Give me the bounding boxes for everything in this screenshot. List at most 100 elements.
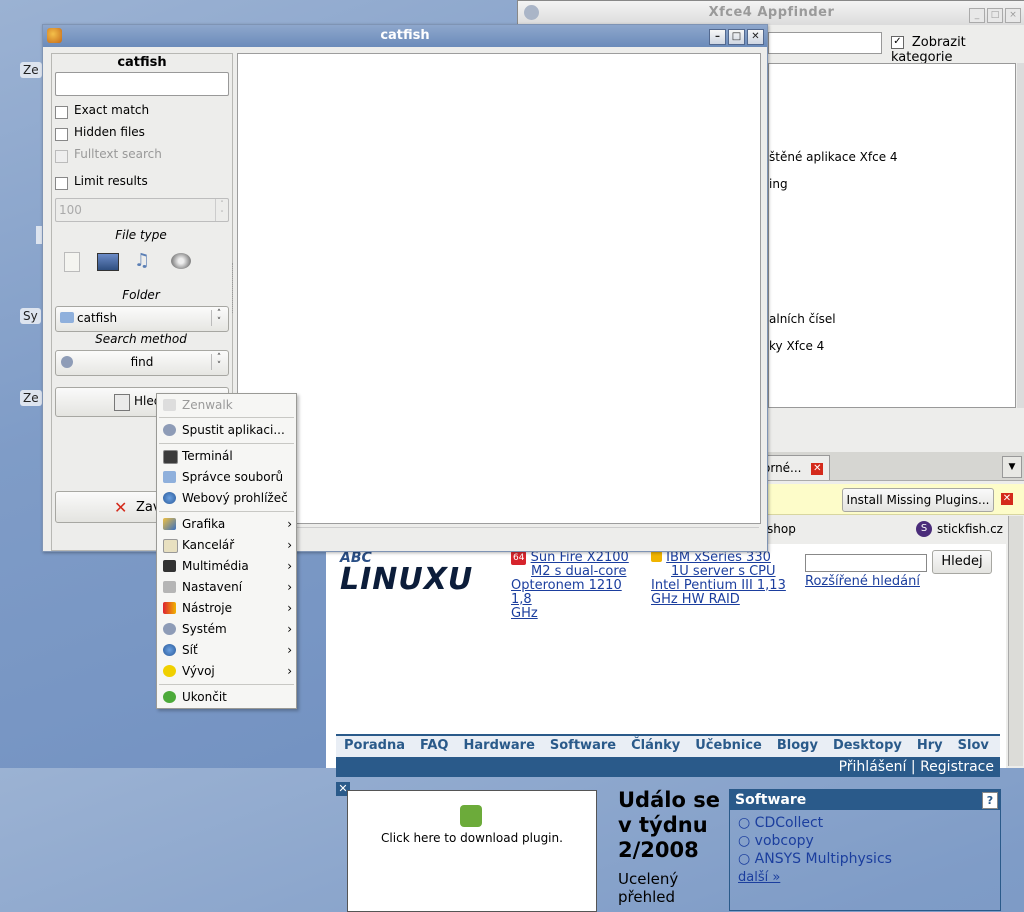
folder-combo[interactable]: catfish ˄ ˅ — [55, 306, 229, 332]
exact-match-checkbox[interactable] — [55, 106, 68, 119]
catfish-titlebar[interactable]: catfish — [43, 25, 767, 47]
nav-link[interactable]: Učebnice — [695, 738, 762, 753]
menu-item-network[interactable]: Síť › — [157, 640, 296, 660]
nav-link[interactable]: Slov — [958, 738, 989, 753]
menu-separator — [159, 417, 294, 418]
close-button[interactable]: × — [1005, 8, 1021, 23]
video-icon[interactable] — [171, 253, 191, 269]
plugin-text: Click here to download plugin. — [381, 831, 563, 845]
menu-item-browser[interactable]: Webový prohlížeč — [157, 488, 296, 508]
plugin-placeholder[interactable]: Click here to download plugin. — [347, 790, 597, 912]
ad-ibm-line4[interactable]: GHz HW RAID — [651, 592, 740, 607]
appfinder-titlebar[interactable]: Xfce4 Appfinder — [518, 1, 1024, 25]
tab-close-icon[interactable]: ✕ — [811, 462, 824, 475]
magnifier-icon — [114, 394, 130, 411]
appfinder-list[interactable]: štěné aplikace Xfce 4 ing alních čísel k… — [768, 63, 1016, 408]
ad-sunfire-line3[interactable]: Opteronem 1210 1,8 — [511, 578, 622, 607]
site-search-input[interactable] — [805, 554, 927, 572]
bookmark-stickfish[interactable]: stickfish.cz — [937, 522, 1003, 536]
list-item[interactable]: alních čísel — [769, 312, 836, 326]
headline[interactable]: Událo se v týdnu 2/2008 — [618, 788, 720, 863]
ad-sunfire-line1[interactable]: Sun Fire X2100 — [531, 550, 629, 565]
menu-item-run[interactable]: Spustit aplikaci... — [157, 420, 296, 440]
maximize-button[interactable]: □ — [728, 29, 745, 45]
browser-scrollbar[interactable] — [1008, 516, 1023, 766]
desktop-icon-label[interactable]: Ze — [20, 390, 42, 406]
list-item[interactable]: ing — [769, 177, 788, 191]
site-logo[interactable]: ABC LINUXU — [340, 550, 472, 597]
music-icon[interactable]: ♫ — [134, 251, 152, 271]
software-item[interactable]: ○ vobcopy — [738, 832, 992, 850]
advanced-search-link[interactable]: Rozšířené hledání — [805, 574, 920, 589]
results-area[interactable] — [237, 53, 761, 524]
document-icon[interactable] — [64, 252, 80, 272]
desktop-icon-label[interactable]: Sy — [20, 308, 41, 324]
ad-ibm[interactable]: IBM xSeries 330 1U server s CPU Intel Pe… — [651, 551, 791, 607]
zenwalk-menu: Zenwalk Spustit aplikaci... Terminál Spr… — [156, 393, 297, 709]
spin-arrows-icon[interactable]: ˄ ˅ — [215, 199, 228, 221]
system-icon — [163, 623, 176, 635]
menu-item-multimedia[interactable]: Multimédia › — [157, 556, 296, 576]
install-plugins-button[interactable]: Install Missing Plugins... — [842, 488, 994, 512]
list-item[interactable]: štěné aplikace Xfce 4 — [769, 150, 898, 164]
software-more-link[interactable]: další » — [738, 870, 780, 885]
menu-item-terminal[interactable]: Terminál — [157, 446, 296, 466]
menu-item-file-manager[interactable]: Správce souborů — [157, 467, 296, 487]
hidden-files-checkbox[interactable] — [55, 128, 68, 141]
help-icon[interactable]: ? — [982, 792, 998, 809]
limit-results-checkbox[interactable] — [55, 177, 68, 190]
nav-link[interactable]: Hry — [917, 738, 943, 753]
register-link[interactable]: Registrace — [920, 759, 994, 775]
menu-item-tools[interactable]: Nástroje › — [157, 598, 296, 618]
minimize-button[interactable]: – — [709, 29, 726, 45]
multimedia-icon — [163, 560, 176, 572]
nav-link[interactable]: Články — [631, 738, 680, 753]
bookmark-item[interactable]: shop — [767, 522, 796, 536]
minimize-button[interactable]: _ — [969, 8, 985, 23]
nav-link[interactable]: Software — [550, 738, 616, 753]
search-input[interactable] — [55, 72, 229, 96]
exact-match-label: Exact match — [74, 103, 150, 117]
nav-link[interactable]: FAQ — [420, 738, 449, 753]
nav-link[interactable]: Hardware — [464, 738, 535, 753]
nav-link[interactable]: Blogy — [777, 738, 818, 753]
close-button[interactable]: ✕ — [747, 29, 764, 45]
nav-link[interactable]: Poradna — [344, 738, 405, 753]
maximize-button[interactable]: □ — [987, 8, 1003, 23]
ad-sunfire[interactable]: 64 Sun Fire X2100 M2 s dual-core Opteron… — [511, 551, 641, 621]
software-item[interactable]: ○ ANSYS Multiphysics — [738, 850, 992, 868]
desktop-icon-label[interactable]: Ze — [20, 62, 42, 78]
limit-spinbox[interactable]: 100 ˄ ˅ — [55, 198, 229, 222]
appfinder-scrollbar[interactable] — [1017, 63, 1024, 408]
nav-link[interactable]: Desktopy — [833, 738, 902, 753]
list-item[interactable]: ky Xfce 4 — [769, 339, 824, 353]
login-bar: Přihlášení | Registrace — [336, 757, 1000, 777]
menu-item-system[interactable]: Systém › — [157, 619, 296, 639]
tab-list-button[interactable]: ▼ — [1002, 456, 1022, 478]
chevron-right-icon: › — [287, 559, 292, 573]
chevron-right-icon: › — [287, 664, 292, 678]
close-notification-icon[interactable]: ✕ — [1001, 493, 1013, 505]
site-search-button[interactable]: Hledej — [932, 550, 992, 574]
image-icon[interactable] — [97, 253, 119, 271]
menu-item-graphics[interactable]: Grafika › — [157, 514, 296, 534]
search-method-value: find — [130, 355, 154, 369]
menu-item-quit[interactable]: Ukončit — [157, 687, 296, 707]
search-method-combo[interactable]: find ˄ ˅ — [55, 350, 229, 376]
login-link[interactable]: Přihlášení — [839, 759, 907, 775]
ad-ibm-line3[interactable]: Intel Pentium III 1,13 — [651, 578, 786, 593]
ad-sunfire-line4[interactable]: GHz — [511, 606, 538, 621]
menu-item-development[interactable]: Vývoj › — [157, 661, 296, 681]
menu-item-office[interactable]: Kancelář › — [157, 535, 296, 555]
appfinder-search-input[interactable] — [768, 32, 882, 54]
ad-ibm-line1[interactable]: IBM xSeries 330 — [666, 550, 771, 565]
pane-handle[interactable] — [232, 263, 236, 313]
fulltext-label: Fulltext search — [74, 147, 162, 161]
fulltext-checkbox[interactable] — [55, 150, 68, 163]
show-categories-checkbox[interactable]: ✓ Zobrazit kategorie — [891, 35, 1024, 65]
menu-item-settings[interactable]: Nastavení › — [157, 577, 296, 597]
ad-sunfire-line2[interactable]: M2 s dual-core — [531, 564, 626, 579]
gears-icon — [163, 424, 176, 436]
ad-ibm-line2[interactable]: 1U server s CPU — [671, 564, 776, 579]
software-item[interactable]: ○ CDCollect — [738, 814, 992, 832]
